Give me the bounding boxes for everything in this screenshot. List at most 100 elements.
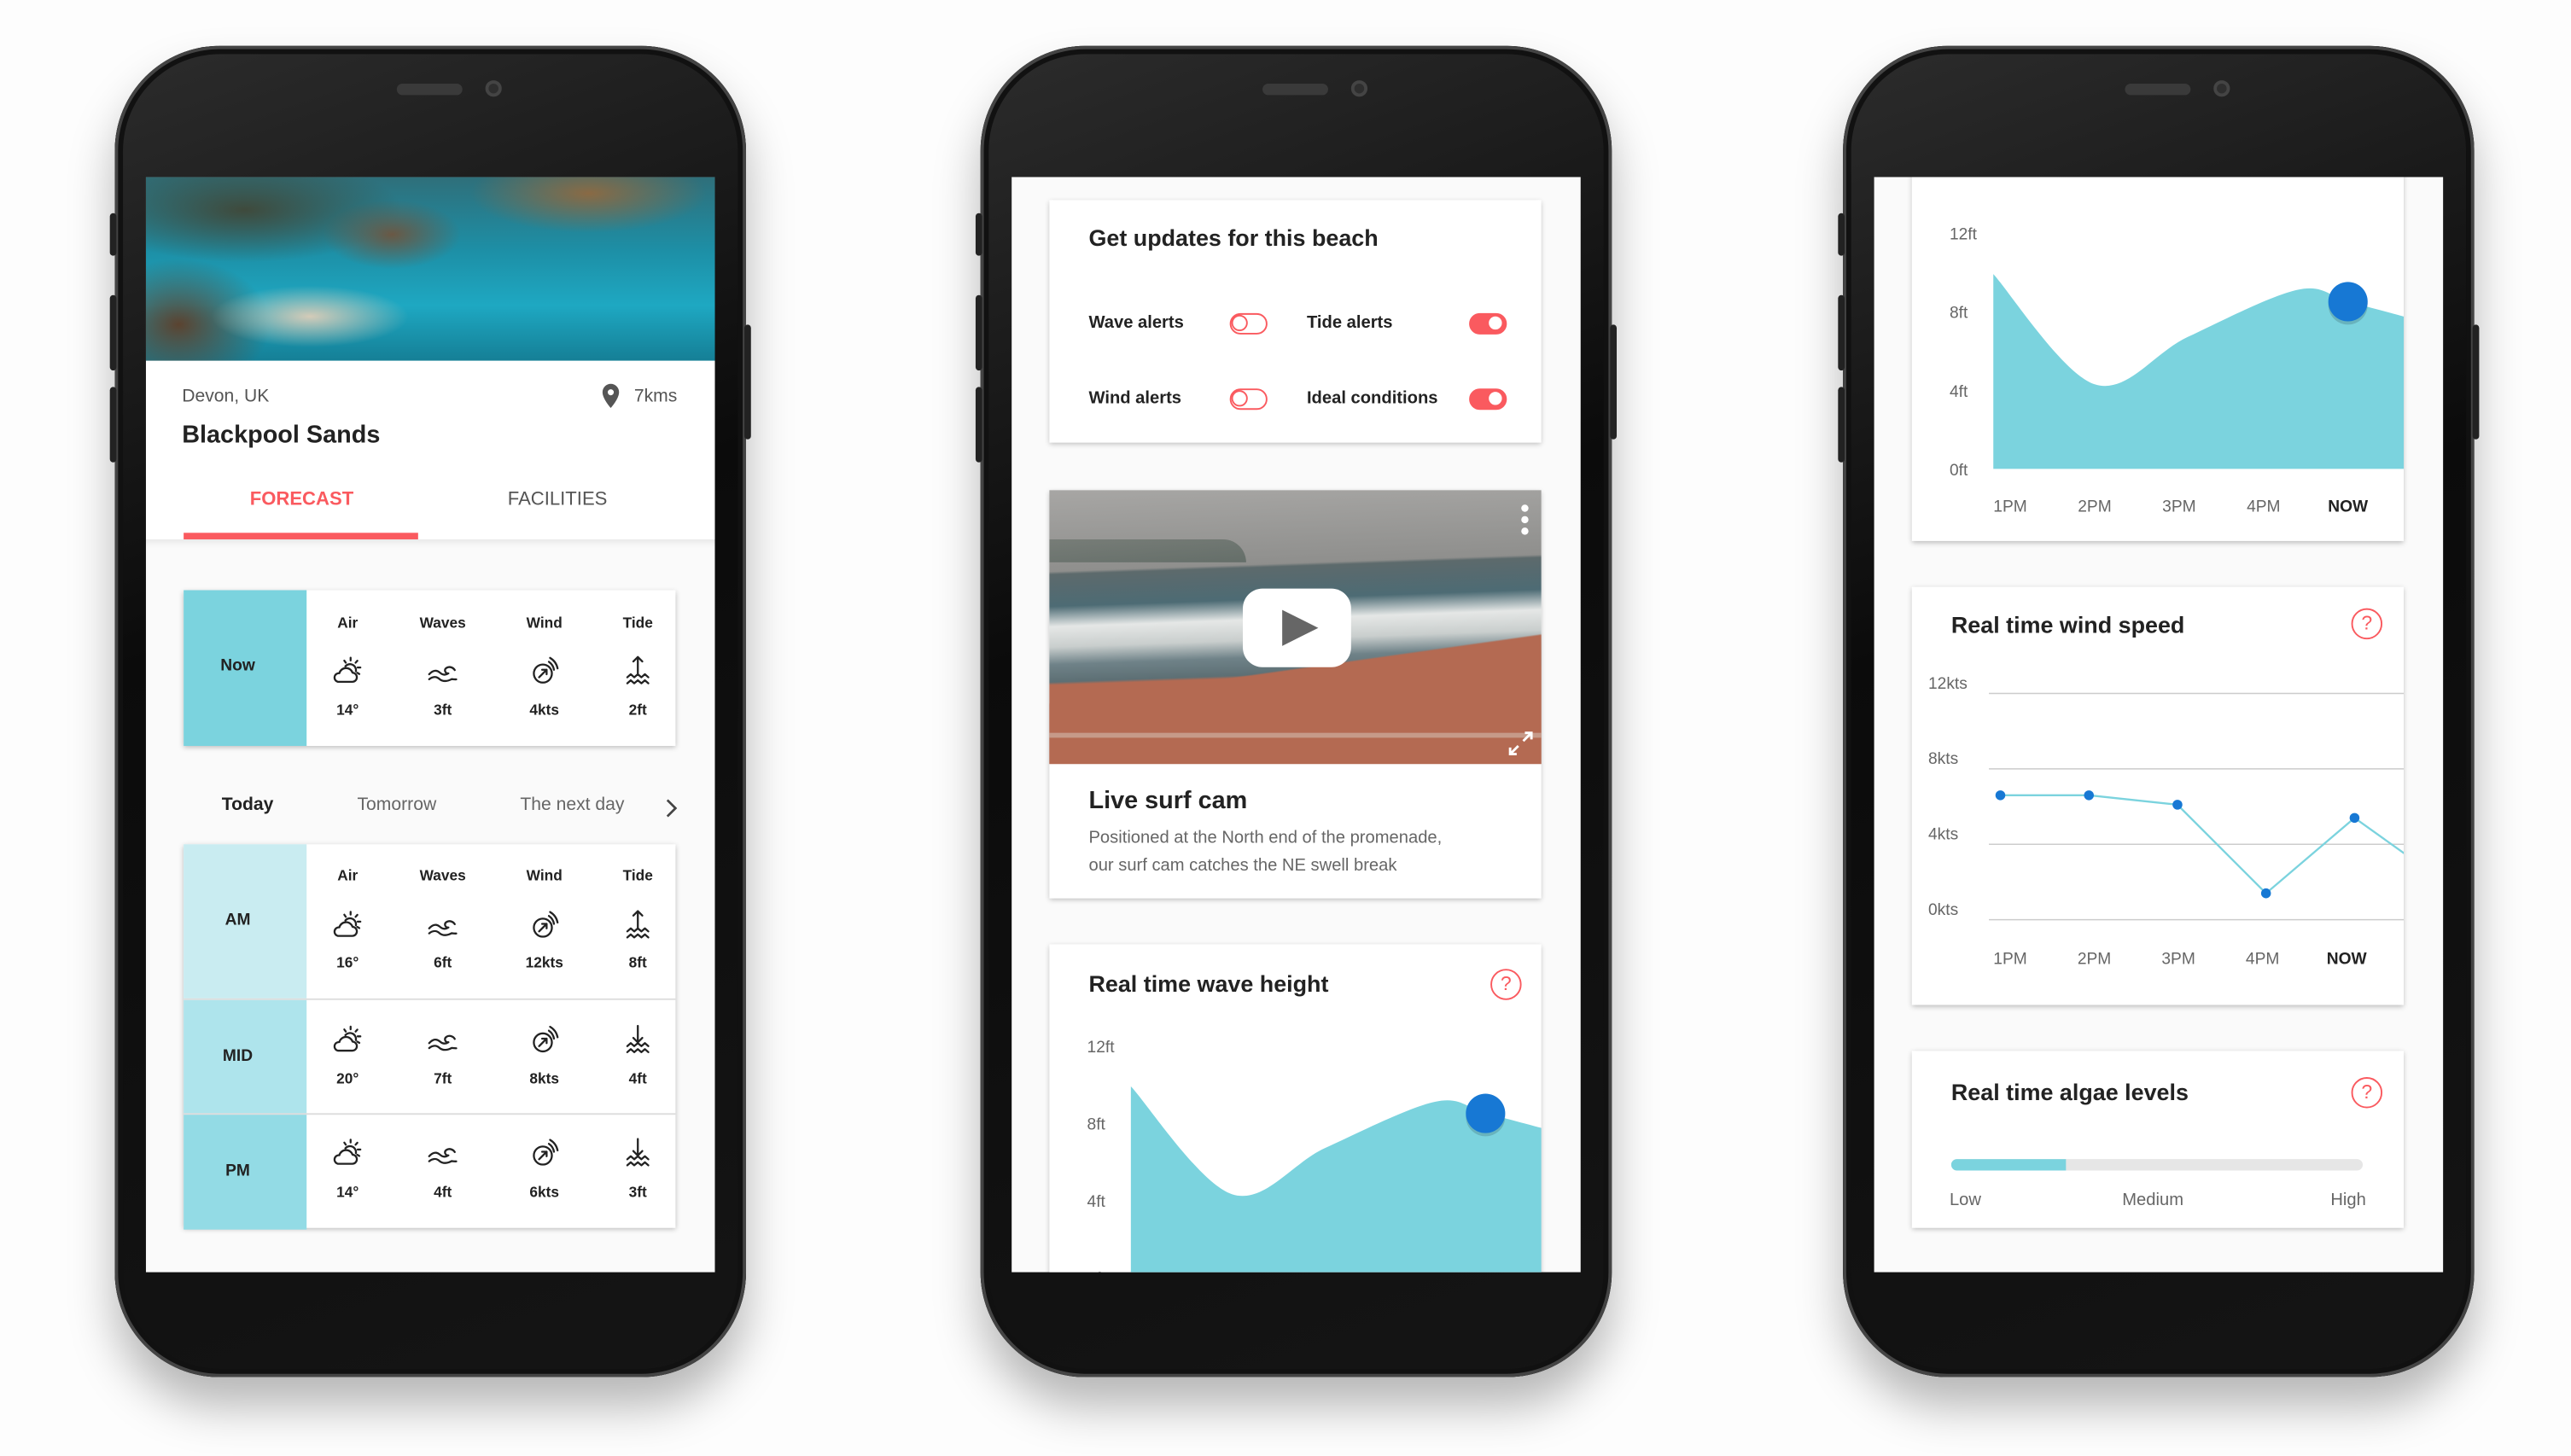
help-icon[interactable]: ? [2351, 1077, 2383, 1109]
tide-alerts-label: Tide alerts [1306, 312, 1393, 333]
alerts-card: Get updates for this beach Wave alerts T… [1049, 200, 1542, 443]
x-tick-label: 3PM [2162, 498, 2195, 515]
forecast-value: 16° [336, 953, 359, 971]
day-tab-tomorrow[interactable]: Tomorrow [357, 795, 436, 815]
tab-forecast[interactable]: FORECAST [250, 490, 353, 510]
x-tick-label: NOW [2327, 950, 2368, 968]
play-button[interactable] [1243, 588, 1351, 667]
front-camera [1350, 80, 1368, 97]
forecast-row: MID 20° 7ft 8kts 4ft [184, 998, 676, 1115]
wind-icon [527, 906, 563, 942]
y-tick-label: 12kts [1928, 675, 1968, 693]
wave-height-chart: 12ft 8ft 4ft 0ft [1087, 1039, 1542, 1273]
distance-label: 7kms [633, 387, 678, 407]
wave-alerts-toggle[interactable] [1229, 312, 1268, 335]
column-header: Air [337, 614, 359, 632]
speaker-grille [396, 83, 463, 96]
forecast-value: 4ft [628, 1070, 647, 1087]
volume-up-button [975, 294, 982, 371]
wave-alerts-label: Wave alerts [1088, 312, 1184, 333]
wave-icon [425, 653, 461, 689]
forecast-value: 8ft [628, 953, 647, 971]
wind-icon [527, 653, 563, 689]
surf-cam-card: Live surf cam Positioned at the North en… [1049, 490, 1542, 899]
algae-label-high: High [2330, 1190, 2366, 1210]
tab-facilities[interactable]: FACILITIES [508, 490, 608, 510]
forecast-screen: Devon, UK 7kms Blackpool Sands FORECAST … [145, 177, 715, 1273]
day-tab-next-day[interactable]: The next day [520, 795, 624, 815]
now-conditions-card: Now Air 14° Waves 3ft Wind 4kts Tide 2ft [184, 590, 676, 747]
y-tick-label: 8kts [1928, 750, 1958, 768]
location-label: Devon, UK [182, 387, 270, 407]
wind-icon [527, 1134, 563, 1170]
alerts-card-title: Get updates for this beach [1088, 224, 1379, 251]
cloud-sun-icon [329, 1022, 365, 1057]
wind-speed-point[interactable] [2260, 888, 2271, 899]
surf-cam-description-line2: our surf cam catches the NE swell break [1088, 855, 1397, 876]
active-tab-indicator [184, 533, 418, 539]
period-label: PM [225, 1162, 250, 1181]
x-tick-label: NOW [2328, 498, 2369, 515]
volume-down-button [1838, 387, 1845, 463]
beach-name: Blackpool Sands [182, 421, 381, 450]
wind-speed-point[interactable] [1995, 790, 2006, 801]
power-button [744, 324, 751, 440]
wind-alerts-toggle[interactable] [1229, 388, 1268, 411]
algae-label-medium: Medium [2122, 1190, 2184, 1210]
more-options-icon[interactable] [1520, 504, 1530, 536]
y-tick-label: 0ft [1950, 462, 1968, 480]
headland [1049, 539, 1246, 562]
column-header: Waves [419, 614, 466, 632]
algae-level-bar [1950, 1159, 2364, 1171]
wave-height-card-scrolled: 12ft 8ft 4ft 0ft 1PM 2PM 3PM 4PM NOW [1911, 177, 2405, 541]
volume-down-button [109, 387, 117, 463]
forecast-value: 14° [336, 1183, 359, 1201]
y-tick-label: 12ft [1950, 225, 1978, 243]
column-header: Wind [526, 614, 563, 632]
forecast-row: PM 14° 4ft 6kts 3ft [184, 1113, 676, 1230]
wind-speed-card: Real time wind speed ? 12kts 8kts 4kts 0kts… [1911, 586, 2405, 1005]
wind-speed-point[interactable] [2349, 812, 2360, 824]
ideal-conditions-toggle[interactable] [1469, 388, 1507, 411]
wind-speed-point[interactable] [2172, 800, 2183, 810]
current-point[interactable] [1466, 1093, 1506, 1133]
surf-cam-video[interactable] [1049, 490, 1542, 765]
toggle-knob [1487, 390, 1504, 407]
x-tick-label: 2PM [2078, 498, 2111, 515]
x-tick-label: 3PM [2161, 950, 2195, 968]
realtime-screen: 12ft 8ft 4ft 0ft 1PM 2PM 3PM 4PM NOW Real time w… [1874, 177, 2444, 1273]
forecast-row: AM 16° 6ft 12kts 8ft [184, 844, 675, 999]
forecast-value: 4ft [434, 1183, 452, 1201]
now-value: 2ft [628, 702, 647, 719]
now-value: 14° [336, 702, 359, 719]
wave-icon [425, 906, 461, 942]
wind-alerts-label: Wind alerts [1088, 388, 1182, 409]
play-icon [1282, 609, 1319, 646]
phone-forecast: Devon, UK 7kms Blackpool Sands FORECAST … [109, 45, 751, 1377]
updates-screen: Get updates for this beach Wave alerts T… [1011, 177, 1581, 1273]
power-button [2472, 324, 2480, 440]
y-tick-label: 0kts [1928, 901, 1958, 919]
y-tick-label: 4kts [1928, 826, 1958, 844]
promenade-railing [1049, 732, 1542, 738]
mockup-stage: Devon, UK 7kms Blackpool Sands FORECAST … [0, 0, 2571, 1456]
tide-alerts-toggle[interactable] [1469, 312, 1507, 335]
wind-icon [527, 1022, 563, 1057]
day-tab-today[interactable]: Today [222, 795, 274, 815]
algae-levels-title: Real time algae levels [1950, 1078, 2189, 1105]
x-tick-label: 4PM [2246, 950, 2279, 968]
wind-speed-point[interactable] [2084, 790, 2094, 801]
forecast-value: 3ft [628, 1183, 647, 1201]
period-label: AM [224, 911, 251, 930]
forecast-value: 20° [336, 1070, 359, 1087]
silent-switch [109, 213, 117, 256]
current-point[interactable] [2328, 282, 2368, 322]
tide-up-icon [620, 653, 656, 689]
silent-switch [1838, 213, 1845, 256]
y-tick-label: 0ft [1087, 1270, 1106, 1273]
chevron-right-icon[interactable] [664, 798, 678, 818]
wave-icon [425, 1022, 461, 1057]
x-tick-label: 2PM [2078, 950, 2111, 968]
fullscreen-icon[interactable] [1508, 731, 1533, 756]
phone-realtime: 12ft 8ft 4ft 0ft 1PM 2PM 3PM 4PM NOW Real time w… [1838, 45, 2480, 1377]
